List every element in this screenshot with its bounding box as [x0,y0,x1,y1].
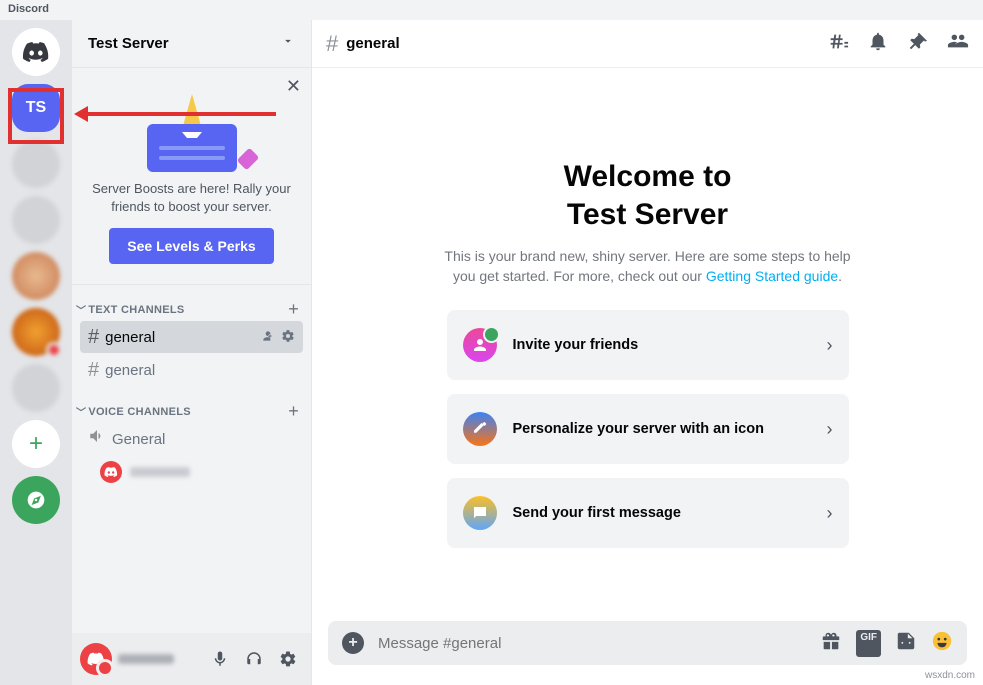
card-label: Invite your friends [513,337,827,353]
chevron-down-icon [281,34,295,53]
explore-servers-button[interactable] [12,476,60,524]
server-test-server[interactable]: TS [12,84,60,132]
notifications-icon[interactable] [867,30,889,57]
gif-picker-button[interactable]: GIF [856,630,881,657]
channel-header: # general [312,20,983,68]
message-input[interactable] [378,635,806,652]
self-username-blurred [118,654,199,664]
personalize-icon [463,412,497,446]
text-channels-label: TEXT CHANNELS [88,304,288,316]
hash-icon: # [88,326,99,349]
voice-channel-name: General [112,431,295,448]
server-name: Test Server [88,35,169,52]
boost-description: Server Boosts are here! Rally your frien… [86,180,297,216]
server-item[interactable] [12,140,60,188]
voice-channels-label: VOICE CHANNELS [88,406,288,418]
home-button[interactable] [12,28,60,76]
add-server-button[interactable]: + [12,420,60,468]
discord-logo-icon [22,38,50,66]
server-item[interactable] [12,308,60,356]
message-area: Welcome to Test Server This is your bran… [312,68,983,621]
card-label: Send your first message [513,505,827,521]
text-channels-header[interactable]: ﹀ TEXT CHANNELS + [72,299,311,320]
channel-sidebar: Test Server ✕ Server Boosts are here! Ra… [72,20,312,685]
user-avatar-icon [100,461,122,483]
channel-name: general [105,362,295,379]
voice-channel-general[interactable]: General [80,423,303,455]
invite-icon [463,328,497,362]
deafen-button[interactable] [239,644,269,674]
chevron-right-icon: › [827,503,833,524]
channel-name: general [105,329,261,346]
member-list-icon[interactable] [947,30,969,57]
channel-header-name: general [346,35,827,52]
chevron-down-icon: ﹀ [76,404,86,419]
gift-icon[interactable] [820,630,842,657]
hash-icon: # [88,359,99,382]
chevron-right-icon: › [827,419,833,440]
voice-user-name-blurred [130,467,190,477]
message-icon [463,496,497,530]
add-attachment-button[interactable]: + [342,632,364,654]
chevron-down-icon: ﹀ [76,302,86,317]
voice-channels-header[interactable]: ﹀ VOICE CHANNELS + [72,401,311,422]
threads-icon[interactable] [827,30,849,57]
message-composer: + GIF [328,621,967,665]
server-item[interactable] [12,196,60,244]
add-text-channel-button[interactable]: + [288,299,299,320]
add-voice-channel-button[interactable]: + [288,401,299,422]
mute-button[interactable] [205,644,235,674]
compass-icon [26,490,46,510]
watermark: wsxdn.com [925,670,975,681]
main-content: # general Welcome to Test Server This is… [312,20,983,685]
emoji-picker-icon[interactable] [931,630,953,657]
see-levels-perks-button[interactable]: See Levels & Perks [109,228,273,264]
pinned-messages-icon[interactable] [907,30,929,57]
app-title: Discord [8,3,49,15]
self-avatar[interactable] [80,643,112,675]
card-label: Personalize your server with an icon [513,421,827,437]
welcome-subtext: This is your brand new, shiny server. He… [438,247,858,286]
server-rail: TS + [0,20,72,685]
channel-general-active[interactable]: # general [80,321,303,353]
create-invite-icon[interactable] [261,329,275,346]
chevron-right-icon: › [827,335,833,356]
sticker-picker-icon[interactable] [895,630,917,657]
card-invite-friends[interactable]: Invite your friends › [447,310,849,380]
user-panel [72,633,311,685]
speaker-icon [88,427,106,451]
gear-icon[interactable] [281,329,295,346]
card-send-first-message[interactable]: Send your first message › [447,478,849,548]
server-header-dropdown[interactable]: Test Server [72,20,311,68]
channel-general[interactable]: # general [80,354,303,386]
hash-icon: # [326,31,338,57]
boost-graphic [86,82,297,172]
getting-started-link[interactable]: Getting Started guide [706,268,838,284]
server-item[interactable] [12,252,60,300]
server-item[interactable] [12,364,60,412]
card-personalize-server[interactable]: Personalize your server with an icon › [447,394,849,464]
voice-user[interactable] [72,456,311,488]
notification-badge [46,342,62,358]
user-settings-button[interactable] [273,644,303,674]
boost-banner: ✕ Server Boosts are here! Rally your fri… [72,68,311,285]
welcome-heading: Welcome to Test Server [564,158,732,233]
